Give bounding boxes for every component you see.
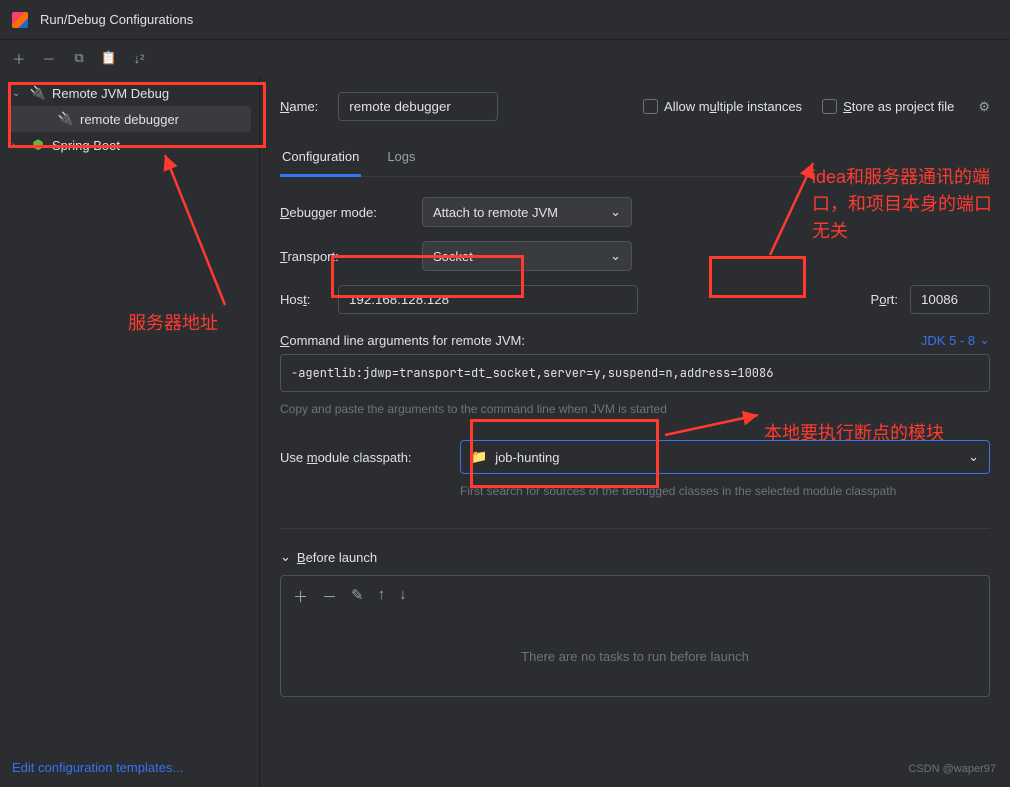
before-launch-toolbar: ＋ － ✎ ↑ ↓ [280,575,990,617]
add-task-button[interactable]: ＋ [293,586,308,607]
tree-label: Remote JVM Debug [52,86,169,101]
store-project-checkbox[interactable]: Store as project file [822,99,954,114]
allow-multiple-checkbox[interactable]: Allow multiple instances [643,99,802,114]
module-label: Use module classpath: [280,450,448,465]
chevron-down-icon: ⌄ [968,449,979,465]
chevron-down-icon: ⌄ [610,204,621,220]
config-toolbar: ＋ － ⧉ 📋 ↓² [0,40,1010,76]
port-input[interactable] [910,285,990,314]
watermark: CSDN @waper97 [908,763,996,775]
checkbox-icon [822,99,837,114]
edit-templates-link[interactable]: Edit configuration templates... [12,760,183,775]
tree-item-spring-boot[interactable]: › ⬢ Spring Boot [8,132,251,158]
host-label: Host: [280,292,326,307]
intellij-logo-icon [12,12,28,28]
tree-item-remote-jvm[interactable]: ⌄ 🔌 Remote JVM Debug [8,80,251,106]
spring-boot-icon: ⬢ [30,137,46,153]
config-tabs: Configuration Logs [280,141,990,177]
name-input[interactable] [338,92,498,121]
remove-task-button[interactable]: － [322,586,337,607]
checkbox-icon [643,99,658,114]
chevron-down-icon: ⌄ [12,88,26,99]
chevron-down-icon: ⌄ [979,332,990,348]
title-bar: Run/Debug Configurations [0,0,1010,40]
remote-debug-icon: 🔌 [58,111,74,127]
jdk-version-select[interactable]: JDK 5 - 8 ⌄ [921,332,990,348]
tree-label: remote debugger [80,112,179,127]
debugger-mode-label: Debugger mode: [280,205,410,220]
port-label: Port: [871,292,898,307]
separator [280,528,990,529]
name-label: Name: [280,99,318,114]
cmdline-output[interactable]: -agentlib:jdwp=transport=dt_socket,serve… [280,354,990,392]
sort-config-button[interactable]: ↓² [128,47,150,69]
config-tree-sidebar: ⌄ 🔌 Remote JVM Debug 🔌 remote debugger ›… [0,76,260,787]
tab-logs[interactable]: Logs [385,141,417,176]
tree-label: Spring Boot [52,138,120,153]
host-input[interactable] [338,285,638,314]
tab-configuration[interactable]: Configuration [280,141,361,177]
cmdline-label: Command line arguments for remote JVM: [280,333,525,348]
chevron-right-icon: › [12,140,26,151]
transport-select[interactable]: Socket ⌄ [422,241,632,271]
chevron-down-icon: ⌄ [610,248,621,264]
transport-label: Transport: [280,249,410,264]
edit-task-button[interactable]: ✎ [351,586,364,607]
chevron-down-icon: ⌄ [280,549,291,565]
folder-icon: 📁 [471,449,487,465]
module-classpath-select[interactable]: 📁 job-hunting ⌄ [460,440,990,474]
config-content: Name: Allow multiple instances Store as … [260,76,1010,787]
copy-config-button[interactable]: ⧉ [68,47,90,69]
remote-debug-icon: 🔌 [30,85,46,101]
debugger-mode-select[interactable]: Attach to remote JVM ⌄ [422,197,632,227]
tree-item-remote-debugger[interactable]: 🔌 remote debugger [8,106,251,132]
module-hint: First search for sources of the debugged… [460,484,990,498]
move-down-button[interactable]: ↓ [399,586,407,607]
remove-config-button[interactable]: － [38,47,60,69]
before-launch-header[interactable]: ⌄ Before launch [280,549,990,565]
add-config-button[interactable]: ＋ [8,47,30,69]
gear-icon[interactable]: ⚙ [978,99,990,115]
save-config-button[interactable]: 📋 [98,47,120,69]
before-launch-empty: There are no tasks to run before launch [280,617,990,697]
window-title: Run/Debug Configurations [40,12,193,27]
move-up-button[interactable]: ↑ [378,586,386,607]
copy-hint: Copy and paste the arguments to the comm… [280,402,990,416]
